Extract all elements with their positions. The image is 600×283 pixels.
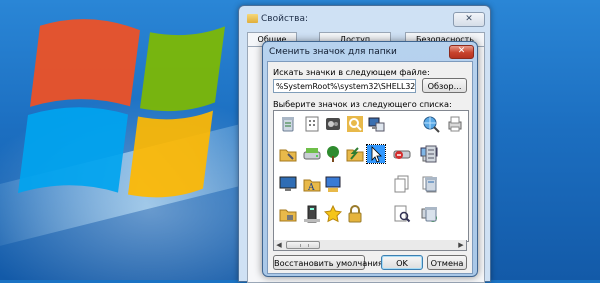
search-document-icon[interactable] — [393, 205, 411, 223]
key-search-icon[interactable] — [346, 115, 364, 133]
folder-tools-icon[interactable] — [279, 145, 297, 163]
folder-lock-icon[interactable] — [279, 205, 297, 223]
windows-logo — [18, 19, 225, 198]
svg-text:A: A — [307, 183, 315, 193]
tree-icon[interactable] — [324, 145, 342, 163]
tower-computer-icon[interactable] — [303, 205, 321, 223]
icon-file-path-input[interactable]: %SystemRoot%\system32\SHELL32.dll — [273, 79, 416, 93]
monitor-icon[interactable] — [279, 175, 297, 193]
shortcut-arrow-icon[interactable] — [346, 145, 364, 163]
scroll-thumb[interactable] — [286, 241, 320, 249]
properties-title: Свойства: — [261, 14, 308, 24]
server-icon[interactable] — [422, 145, 440, 163]
icon-list-label: Выберите значок из следующего списка: — [273, 99, 452, 109]
search-file-label: Искать значки в следующем файле: — [273, 67, 430, 77]
recycle-bin-icon[interactable] — [279, 115, 297, 133]
dialog-client-area: Искать значки в следующем файле: %System… — [267, 61, 473, 274]
scroll-left-icon[interactable]: ◀ — [274, 240, 284, 250]
icon-list[interactable]: A — [273, 110, 469, 242]
trash-full-icon[interactable] — [422, 175, 440, 193]
browse-button[interactable]: Обзор... — [422, 78, 467, 93]
properties-close-button[interactable]: ✕ — [453, 12, 485, 27]
network-computer-icon[interactable] — [367, 115, 385, 133]
bin-empty-icon[interactable] — [422, 205, 440, 223]
dialog-title: Сменить значок для папки — [269, 47, 397, 57]
grip-icon — [300, 244, 309, 247]
document-dots-icon[interactable] — [303, 115, 321, 133]
horizontal-scrollbar[interactable]: ◀ ▶ — [273, 240, 467, 251]
font-folder-icon[interactable]: A — [303, 175, 321, 193]
ok-button[interactable]: OK — [381, 255, 423, 270]
padlock-icon[interactable] — [346, 205, 364, 223]
hard-drive-icon[interactable] — [303, 145, 321, 163]
restore-defaults-button[interactable]: Восстановить умолчания — [273, 255, 383, 270]
scroll-right-icon[interactable]: ▶ — [456, 240, 466, 250]
no-drive-icon[interactable] — [393, 145, 411, 163]
star-icon[interactable] — [323, 204, 343, 223]
change-icon-dialog: Сменить значок для папки ✕ Искать значки… — [262, 41, 478, 277]
folder-icon — [247, 14, 258, 23]
computer-display-icon[interactable] — [324, 175, 342, 193]
film-reel-icon[interactable] — [324, 115, 342, 133]
magnifier-globe-icon[interactable] — [422, 115, 440, 133]
cancel-button[interactable]: Отмена — [427, 255, 467, 270]
dialog-close-button[interactable]: ✕ — [449, 45, 474, 59]
documents-stack-icon[interactable] — [393, 175, 411, 193]
printer-icon[interactable] — [446, 115, 464, 133]
cursor-icon[interactable] — [366, 144, 386, 164]
